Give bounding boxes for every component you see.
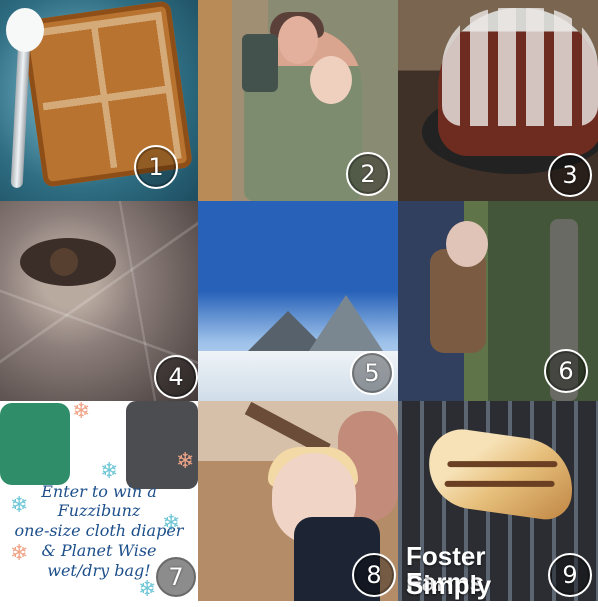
number-badge: 1 (134, 145, 178, 189)
tile-waffle: 1 (0, 0, 198, 201)
tile-giveaway: ❄ ❄ ❄ ❄ ❄ ❄ ❄ Enter to win a Fuzzibunz o… (0, 401, 198, 601)
wet-dry-bag-image (126, 401, 198, 489)
snowflake-icon: ❄ (72, 401, 91, 424)
tile-cake: 3 (398, 0, 598, 201)
tile-playground: 8 (198, 401, 398, 601)
tile-face-closeup: 4 (0, 201, 198, 401)
face-shape (278, 16, 318, 64)
phone-image (242, 34, 278, 92)
number-badge: 4 (154, 355, 198, 399)
baby-face (446, 221, 488, 267)
tile-grill: Foster Farms Simply Raised 9 (398, 401, 598, 601)
cloth-diaper-image (0, 403, 70, 485)
number-badge: 3 (548, 153, 592, 197)
number-badge: 6 (544, 349, 588, 393)
photo-grid: 1 2 3 4 5 6 ❄ ❄ ❄ ❄ ❄ ❄ ❄ Enter to win a… (0, 0, 598, 607)
number-badge: 2 (346, 152, 390, 196)
number-badge: 7 (154, 555, 198, 599)
number-badge: 5 (350, 351, 394, 395)
brand-line: Simply Raised (406, 570, 492, 601)
whipped-cream (6, 8, 44, 52)
tile-selfie: 2 (198, 0, 398, 201)
number-badge: 9 (548, 553, 592, 597)
promo-line: Enter to win a (41, 482, 157, 501)
baby-face (310, 56, 352, 104)
snowflake-icon: ❄ (100, 459, 119, 484)
tile-mountains: 5 (198, 201, 398, 401)
door-frame (198, 0, 232, 201)
promo-line: one-size cloth diaper (14, 521, 184, 540)
promo-line: Fuzzibunz (57, 501, 141, 520)
number-badge: 8 (352, 553, 396, 597)
snowflake-icon: ❄ (176, 449, 195, 474)
icing-drips (442, 8, 598, 126)
tile-baby-carrier: 6 (398, 201, 598, 401)
promo-line: & Planet Wise (41, 541, 157, 560)
